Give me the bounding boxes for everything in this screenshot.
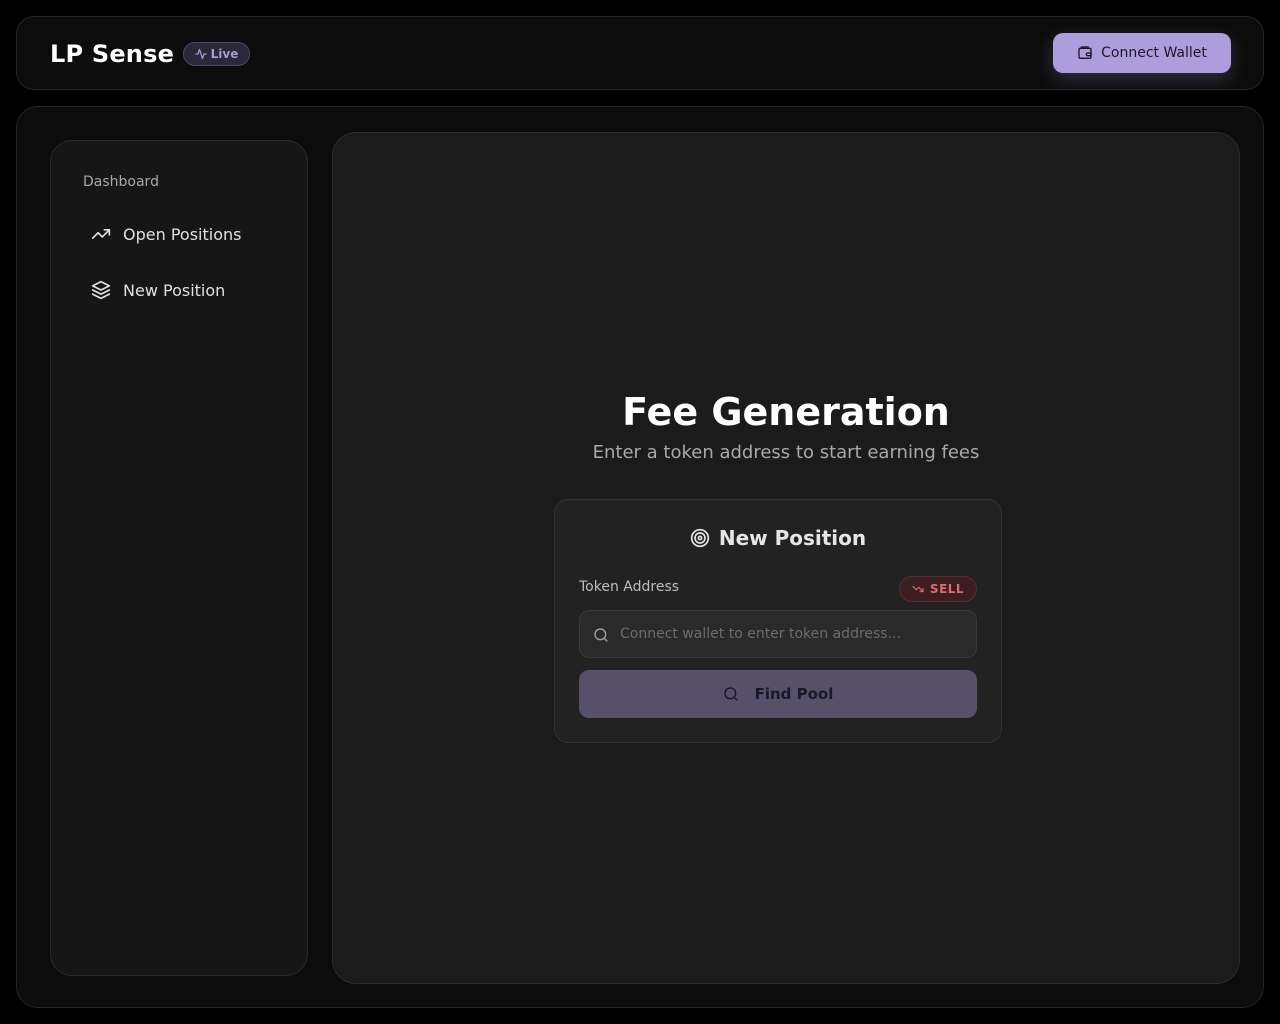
- token-address-field: [579, 610, 977, 658]
- top-header: LP Sense Live Connect Wallet: [16, 16, 1264, 90]
- connect-wallet-button[interactable]: Connect Wallet: [1053, 33, 1231, 73]
- connect-wallet-label: Connect Wallet: [1101, 45, 1207, 61]
- sidebar-item-open-positions[interactable]: Open Positions: [83, 214, 283, 254]
- sell-label: SELL: [929, 582, 965, 596]
- search-icon: [723, 687, 738, 701]
- card-title-label: New Position: [718, 526, 867, 550]
- sidebar-item-label: New Position: [123, 280, 226, 300]
- sidebar: Dashboard Open Positions New Position: [50, 140, 308, 976]
- card-title: New Position: [555, 526, 1001, 550]
- new-position-card: New Position Token Address SELL Find Poo…: [554, 499, 1002, 743]
- sidebar-item-new-position[interactable]: New Position: [83, 270, 283, 310]
- token-address-label: Token Address: [579, 579, 680, 595]
- trending-up-icon: [91, 229, 111, 239]
- layers-icon: [91, 280, 111, 300]
- find-pool-button[interactable]: Find Pool: [579, 670, 977, 718]
- sidebar-item-label: Open Positions: [123, 224, 242, 244]
- wallet-icon: [1078, 46, 1092, 59]
- sell-badge[interactable]: SELL: [899, 576, 977, 602]
- sidebar-heading: Dashboard: [83, 174, 159, 190]
- app-shell: Dashboard Open Positions New Position Fe…: [16, 106, 1264, 1008]
- search-icon: [594, 628, 608, 642]
- page-subtitle: Enter a token address to start earning f…: [592, 442, 980, 463]
- find-pool-label: Find Pool: [754, 685, 834, 703]
- brand-title: LP Sense: [50, 40, 175, 68]
- page-title: Fee Generation: [622, 390, 950, 434]
- live-label: Live: [210, 47, 239, 61]
- token-address-input[interactable]: [620, 611, 970, 657]
- activity-icon: [195, 48, 207, 60]
- live-badge: Live: [183, 42, 250, 66]
- trending-down-icon: [912, 585, 924, 593]
- target-icon: [690, 528, 710, 548]
- main-panel: Fee Generation Enter a token address to …: [332, 132, 1240, 984]
